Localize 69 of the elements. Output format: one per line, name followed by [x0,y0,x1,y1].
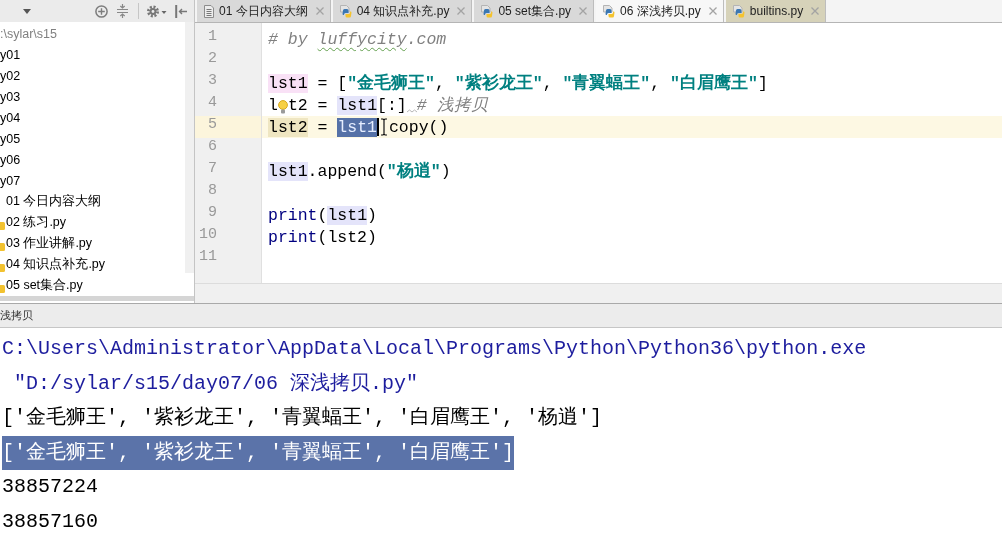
console-line: "D:/sylar/s15/day07/06 深浅拷贝.py" [13,370,419,397]
code-text: lst2 = lst1 [268,117,377,137]
tree-item[interactable]: y03 [0,89,21,104]
tree-item[interactable]: y07 [0,173,21,188]
python-file-icon [603,4,616,18]
lightbulb-icon[interactable] [277,100,288,114]
tree-item[interactable]: y01 [0,47,21,62]
file-icon [0,284,5,293]
close-icon[interactable] [457,7,466,15]
text-caret [376,118,379,136]
hide-panel-icon[interactable] [175,4,187,18]
file-icon [0,221,5,230]
document-icon [204,4,214,18]
console-line: C:\Users\Administrator\AppData\Local\Programs\Python\Python36\python.exe [2,336,867,362]
console-line: ['金毛狮王', '紫衫龙王', '青翼蝠王', '白眉鹰王', '杨逍'] [2,405,603,431]
editor-tab[interactable]: 05 set集合.py [474,0,595,22]
horizontal-scrollbar[interactable] [195,283,1002,303]
settings-icon[interactable] [147,4,167,18]
line-number: 4 [208,94,217,111]
code-text: t2 = lst1[:] [287,95,407,115]
close-icon[interactable] [579,7,588,15]
console-line: 38857160 [2,508,98,535]
tree-item[interactable]: 02 练习.py [6,214,67,231]
code-text: print(lst1) [268,205,377,225]
python-file-icon [732,4,745,18]
close-icon[interactable] [315,7,324,15]
crosshair-icon[interactable] [95,4,108,18]
editor-tab[interactable]: 04 知识点补充.py [332,0,473,22]
close-icon[interactable] [708,7,717,15]
tree-item[interactable]: :\sylar\s15 [0,26,57,41]
editor-tab[interactable]: 01 今日内容大纲 [197,0,331,22]
dropdown-caret-icon[interactable] [23,8,31,14]
code-text: print(lst2) [268,227,377,247]
code-text: # by luffycity.com [268,29,447,49]
tree-item[interactable]: 04 知识点补充.py [6,256,106,273]
line-number: 9 [208,204,217,221]
warning-squiggle-icon [406,109,417,113]
code-text: lst1 = ["金毛狮王", "紫衫龙王", "青翼蝠王", "白眉鹰王"] [268,72,768,94]
line-number: 6 [208,138,217,155]
tree-item[interactable]: 05 set集合.py [6,277,83,294]
line-number: 7 [208,160,217,177]
file-icon [0,242,5,251]
line-number: 8 [208,182,217,199]
line-number: 2 [208,50,217,67]
python-file-icon [481,4,494,18]
line-number: 5 [208,116,217,133]
code-text: copy() [388,117,449,137]
i-beam-cursor-icon [379,118,388,136]
line-number: 10 [199,226,217,243]
editor-tab[interactable]: builtins.py [725,0,827,22]
python-file-icon [339,4,352,18]
tree-item[interactable]: y02 [0,68,21,83]
run-tab-title[interactable]: 浅拷贝 [0,308,33,323]
console-line: 38857224 [2,474,98,500]
collapse-all-icon[interactable] [117,4,128,18]
line-number: 11 [199,248,217,265]
vertical-scrollbar[interactable] [185,22,194,273]
code-text: # 浅拷贝 [416,95,488,116]
close-icon[interactable] [811,7,820,15]
line-number: 3 [208,72,217,89]
code-text: l [268,95,278,115]
tree-item[interactable]: 01 今日内容大纲 [6,193,102,210]
code-text: lst1.append("杨逍") [268,160,451,182]
tree-item[interactable]: 03 作业讲解.py [6,235,93,252]
tree-item[interactable]: y06 [0,152,21,167]
tree-item[interactable]: y04 [0,110,21,125]
line-number: 1 [208,28,217,45]
file-icon [0,263,5,272]
tree-item[interactable]: y05 [0,131,21,146]
